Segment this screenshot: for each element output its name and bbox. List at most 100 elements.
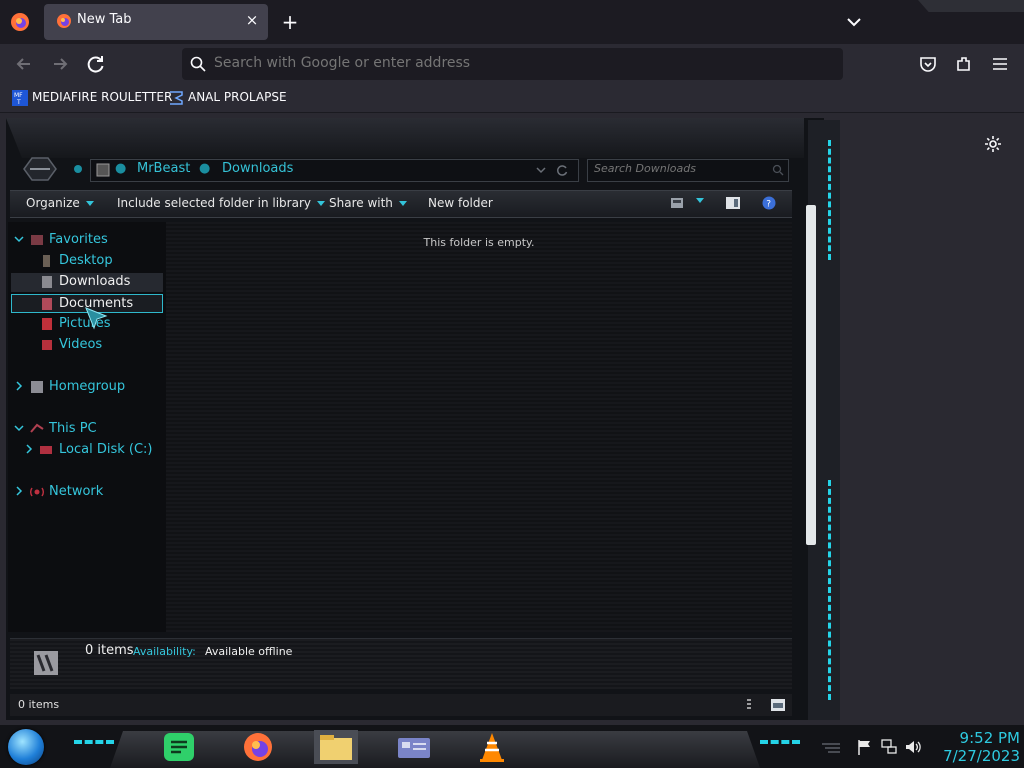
dropdown-arrow-icon [398, 201, 407, 206]
nav-favorites[interactable]: Favorites [8, 231, 166, 250]
search-icon [772, 164, 784, 176]
favorites-star-icon [31, 235, 43, 245]
chevron-down-icon[interactable] [842, 10, 866, 34]
nav-label: Videos [59, 337, 103, 352]
taskbar-accent [74, 740, 114, 750]
nav-this-pc[interactable]: This PC [8, 420, 166, 439]
firefox-taskbar-icon[interactable] [236, 730, 280, 764]
pocket-icon[interactable] [918, 54, 938, 74]
nav-homegroup[interactable]: Homegroup [8, 378, 166, 397]
nav-label: Favorites [49, 232, 108, 247]
bookmark-label: MEDIAFIRE ROULETTER [32, 90, 173, 104]
svg-text:MF: MF [14, 92, 23, 99]
organize-button[interactable]: Organize [26, 196, 94, 210]
file-list-area[interactable]: This folder is empty. [166, 222, 792, 632]
clock-date[interactable]: 7/27/2023 [920, 747, 1020, 765]
refresh-icon[interactable] [555, 163, 569, 177]
details-pane: 0 items Availability: Available offline [10, 638, 792, 689]
url-input[interactable] [214, 55, 814, 71]
chevron-down-icon[interactable] [535, 164, 547, 176]
back-orb-icon[interactable] [20, 152, 60, 186]
folder-icon [96, 163, 110, 177]
availability-label: Availability: [133, 645, 196, 658]
bookmarks-toolbar: MF T MEDIAFIRE ROULETTER ANAL PROLAPSE [0, 84, 1024, 113]
dropdown-arrow-icon [316, 201, 325, 206]
collapsed-arrow-icon[interactable] [24, 444, 34, 454]
status-item-count: 0 items [18, 698, 60, 711]
window-frame-decor [918, 0, 1024, 12]
nav-local-disk[interactable]: Local Disk (C:) [8, 441, 166, 460]
nav-label: Local Disk (C:) [59, 442, 153, 457]
pictures-icon [42, 318, 52, 330]
network-icon [30, 487, 44, 497]
organize-label: Organize [26, 196, 80, 210]
tab-label: New Tab [77, 12, 132, 27]
mouse-cursor-icon [85, 307, 108, 330]
navigation-pane: Favorites Desktop Downloads Documents Pi… [8, 222, 166, 632]
hamburger-menu-icon[interactable] [990, 54, 1010, 74]
crumb-separator: ● [115, 161, 127, 176]
gear-icon[interactable] [984, 135, 1002, 153]
clock-time[interactable]: 9:52 PM [920, 729, 1020, 747]
tab-close-icon[interactable]: × [242, 10, 262, 30]
bookmark-label: ANAL PROLAPSE [188, 90, 287, 104]
bookmark-mediafire[interactable]: MF T MEDIAFIRE ROULETTER [12, 88, 172, 108]
url-bar[interactable] [182, 48, 843, 80]
desktop-icon [43, 255, 50, 267]
nav-downloads[interactable]: Downloads [11, 273, 163, 292]
sigma-icon [170, 91, 183, 105]
include-library-label: Include selected folder in library [117, 196, 311, 210]
forward-arrow-icon[interactable] [46, 50, 74, 78]
large-icons-view-icon[interactable] [770, 698, 786, 712]
nav-label: Downloads [59, 274, 131, 289]
forward-orb-icon[interactable] [74, 165, 82, 173]
tray-decor-icon [822, 743, 840, 753]
vlc-icon[interactable] [470, 730, 514, 764]
documents-icon [42, 298, 52, 310]
collapsed-arrow-icon[interactable] [14, 486, 24, 496]
back-arrow-icon[interactable] [10, 50, 38, 78]
start-orb-button[interactable] [8, 729, 44, 765]
details-view-icon[interactable] [746, 699, 752, 711]
scrollbar[interactable] [806, 205, 816, 545]
include-in-library-button[interactable]: Include selected folder in library [117, 196, 325, 210]
svg-text:?: ? [766, 200, 771, 210]
expand-arrow-icon[interactable] [14, 423, 24, 433]
nav-videos[interactable]: Videos [8, 336, 166, 355]
view-options-icon[interactable] [670, 197, 684, 209]
disk-drive-icon [40, 446, 52, 454]
network-tray-icon[interactable] [880, 738, 898, 756]
preview-pane-icon[interactable] [725, 196, 741, 210]
view-dropdown-arrow-icon[interactable] [696, 198, 704, 203]
availability-value: Available offline [205, 645, 293, 658]
search-box[interactable] [587, 159, 789, 182]
nav-network[interactable]: Network [8, 483, 166, 502]
share-with-label: Share with [329, 196, 393, 210]
extensions-icon[interactable] [954, 54, 974, 74]
taskbar-accent [760, 740, 800, 750]
action-center-flag-icon[interactable] [856, 738, 874, 756]
file-explorer-taskbar-icon[interactable] [314, 730, 358, 764]
help-icon[interactable]: ? [762, 196, 776, 210]
expand-arrow-icon[interactable] [14, 234, 24, 244]
search-input[interactable] [594, 162, 764, 175]
notes-app-icon[interactable] [158, 730, 202, 764]
card-app-icon[interactable] [392, 730, 436, 764]
breadcrumb-downloads[interactable]: Downloads [222, 161, 293, 176]
tab-new-tab[interactable]: New Tab × [44, 4, 268, 40]
new-tab-button[interactable]: + [278, 10, 302, 34]
firefox-menu-icon[interactable] [10, 12, 30, 32]
folder-thumbnail-icon [34, 651, 58, 675]
new-folder-button[interactable]: New folder [428, 196, 493, 210]
videos-icon [42, 340, 52, 350]
address-bar[interactable]: ● MrBeast ● Downloads [90, 159, 579, 182]
collapsed-arrow-icon[interactable] [14, 381, 24, 391]
bookmark-second[interactable]: ANAL PROLAPSE [168, 88, 288, 108]
nav-label: Network [49, 484, 104, 499]
nav-label: Homegroup [49, 379, 126, 394]
nav-desktop[interactable]: Desktop [8, 252, 166, 271]
share-with-button[interactable]: Share with [329, 196, 407, 210]
dropdown-arrow-icon [85, 201, 94, 206]
breadcrumb-mrbeast[interactable]: MrBeast [137, 161, 190, 176]
reload-icon[interactable] [82, 50, 110, 78]
